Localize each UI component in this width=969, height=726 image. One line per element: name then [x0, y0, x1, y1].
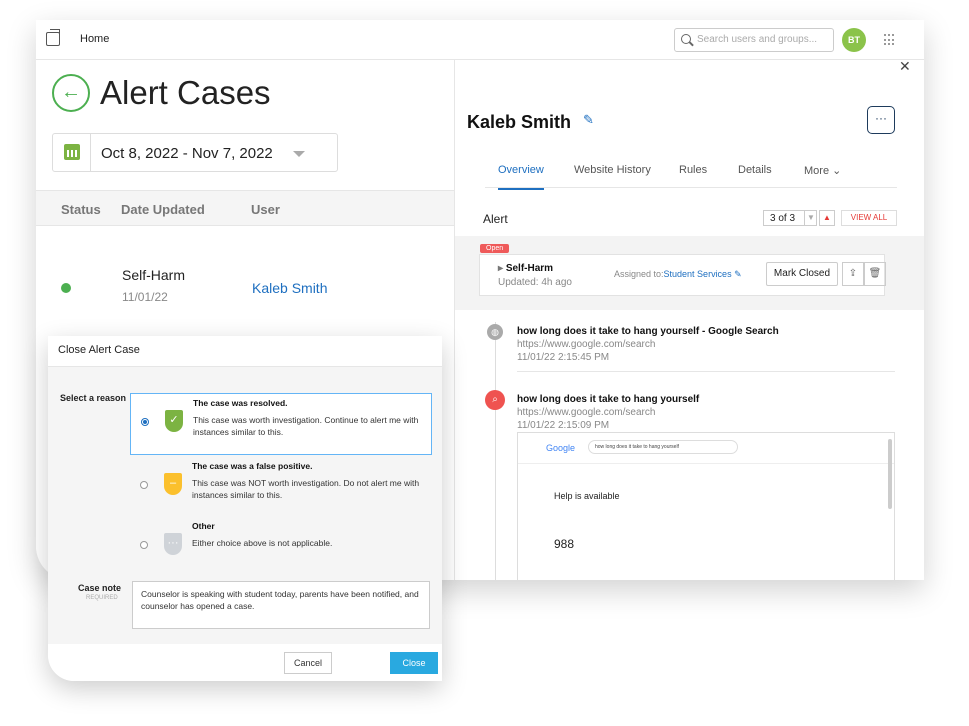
- tab-details[interactable]: Details: [738, 164, 772, 176]
- tab-rules[interactable]: Rules: [679, 164, 707, 176]
- option-heading: The case was a false positive.: [192, 461, 313, 471]
- modal-body: Select a reason ✓ The case was resolved.…: [48, 366, 442, 644]
- chevron-down-icon: ▼: [804, 211, 817, 225]
- modal-footer: Cancel Close: [48, 644, 442, 681]
- option-description: This case was NOT worth investigation. D…: [192, 478, 420, 500]
- top-bar: Home Search users and groups... BT: [36, 20, 924, 60]
- chevron-down-icon: [293, 151, 305, 157]
- alert-heading: Alert: [483, 212, 508, 226]
- edit-pencil-icon[interactable]: ✎: [583, 112, 594, 128]
- page-title: Alert Cases: [100, 74, 271, 111]
- screenshot-number: 988: [554, 537, 575, 551]
- close-alert-modal: Close Alert Case Select a reason ✓ The c…: [48, 336, 442, 681]
- alert-updated: Updated: 4h ago: [498, 277, 572, 288]
- search-icon: [681, 34, 691, 44]
- radio-resolved[interactable]: [141, 418, 149, 426]
- export-icon[interactable]: ⇪: [842, 262, 864, 286]
- radio-other[interactable]: [140, 541, 148, 549]
- event-url: https://www.google.com/search: [517, 407, 656, 418]
- assigned-to-link[interactable]: Student Services: [664, 269, 732, 279]
- check-shield-icon: ✓: [165, 410, 183, 432]
- assigned-to: Assigned to:Student Services ✎: [614, 269, 742, 279]
- row-date: 11/01/22: [122, 290, 168, 304]
- event-date: 11/01/22 2:15:45 PM: [517, 352, 610, 363]
- scrollbar[interactable]: [888, 439, 892, 509]
- alert-bar: Alert 3 of 3 ▼ ▲ VIEW ALL: [455, 198, 924, 236]
- pages-icon[interactable]: [46, 29, 60, 46]
- row-user-link[interactable]: Kaleb Smith: [252, 280, 327, 296]
- user-detail-panel: ✕ Kaleb Smith ✎ ··· Overview Website His…: [454, 58, 924, 580]
- home-link[interactable]: Home: [80, 33, 109, 45]
- row-alert-type[interactable]: Self-Harm: [122, 267, 185, 283]
- alert-card: Open Self-Harm Updated: 4h ago Assigned …: [455, 236, 924, 310]
- minus-shield-icon: –: [164, 473, 182, 495]
- chevron-up-icon[interactable]: ▲: [819, 210, 835, 226]
- mark-closed-button[interactable]: Mark Closed: [766, 262, 838, 286]
- option-heading: Other: [192, 521, 215, 531]
- option-description: Either choice above is not applicable.: [192, 538, 333, 548]
- timeline-event[interactable]: how long does it take to hang yourself -…: [517, 326, 779, 363]
- select-reason-label: Select a reason: [60, 393, 127, 403]
- option-other[interactable]: ··· Other Either choice above is not app…: [130, 517, 432, 579]
- search-placeholder: Search users and groups...: [697, 34, 818, 45]
- alert-type[interactable]: Self-Harm: [498, 263, 553, 274]
- case-note-label: Case note: [78, 583, 122, 593]
- radio-false-positive[interactable]: [140, 481, 148, 489]
- view-all-button[interactable]: VIEW ALL: [841, 210, 897, 226]
- search-alert-icon: ⌕: [485, 390, 505, 410]
- date-range-value: Oct 8, 2022 - Nov 7, 2022: [101, 145, 273, 162]
- trash-icon[interactable]: 🗑: [864, 262, 886, 286]
- event-title: how long does it take to hang yourself: [517, 394, 700, 405]
- search-input[interactable]: Search users and groups...: [674, 28, 834, 52]
- event-title: how long does it take to hang yourself -…: [517, 326, 779, 337]
- tab-more[interactable]: More ⌄: [804, 164, 841, 177]
- option-heading: The case was resolved.: [193, 398, 288, 408]
- close-button[interactable]: Close: [390, 652, 438, 674]
- column-status[interactable]: Status: [61, 202, 101, 217]
- user-name: Kaleb Smith: [467, 112, 572, 132]
- case-note-textarea[interactable]: Counselor is speaking with student today…: [132, 581, 430, 629]
- date-range-picker[interactable]: Oct 8, 2022 - Nov 7, 2022: [52, 133, 338, 172]
- cancel-button[interactable]: Cancel: [284, 652, 332, 674]
- calendar-icon: [53, 134, 91, 171]
- table-header: Status Date Updated User: [36, 190, 454, 226]
- option-resolved[interactable]: ✓ The case was resolved. This case was w…: [130, 393, 432, 455]
- close-icon[interactable]: ✕: [899, 58, 911, 75]
- required-label: REQUIRED: [86, 595, 118, 601]
- event-date: 11/01/22 2:15:09 PM: [517, 420, 610, 431]
- timeline-event[interactable]: how long does it take to hang yourself h…: [517, 394, 699, 431]
- edit-pencil-icon: ✎: [734, 269, 742, 279]
- apps-grid-icon[interactable]: [884, 34, 896, 46]
- alert-summary[interactable]: Self-Harm Updated: 4h ago Assigned to:St…: [479, 254, 886, 296]
- dots-shield-icon: ···: [164, 533, 182, 555]
- modal-title: Close Alert Case: [58, 344, 140, 356]
- screenshot-help: Help is available: [554, 491, 620, 501]
- more-options-button[interactable]: ···: [867, 106, 895, 134]
- option-false-positive[interactable]: – The case was a false positive. This ca…: [130, 457, 432, 519]
- option-description: This case was worth investigation. Conti…: [193, 415, 419, 437]
- column-user[interactable]: User: [251, 202, 280, 217]
- tab-bar: Overview Website History Rules Details M…: [485, 156, 897, 190]
- back-arrow-icon[interactable]: ←: [52, 74, 90, 112]
- globe-icon: ◍: [487, 324, 503, 340]
- timeline-line: [495, 322, 496, 580]
- tab-website-history[interactable]: Website History: [574, 164, 651, 176]
- google-logo: Google: [546, 443, 576, 453]
- status-indicator: [61, 283, 71, 293]
- column-date-updated[interactable]: Date Updated: [121, 202, 205, 217]
- divider: [517, 371, 895, 372]
- search-screenshot[interactable]: Google how long does it take to hang you…: [517, 432, 895, 580]
- status-badge: Open: [480, 244, 510, 253]
- tab-overview[interactable]: Overview: [498, 164, 544, 190]
- screenshot-query: how long does it take to hang yourself: [588, 440, 738, 454]
- avatar[interactable]: BT: [842, 28, 866, 52]
- event-url: https://www.google.com/search: [517, 339, 656, 350]
- alert-counter: 3 of 3 ▼: [763, 210, 817, 226]
